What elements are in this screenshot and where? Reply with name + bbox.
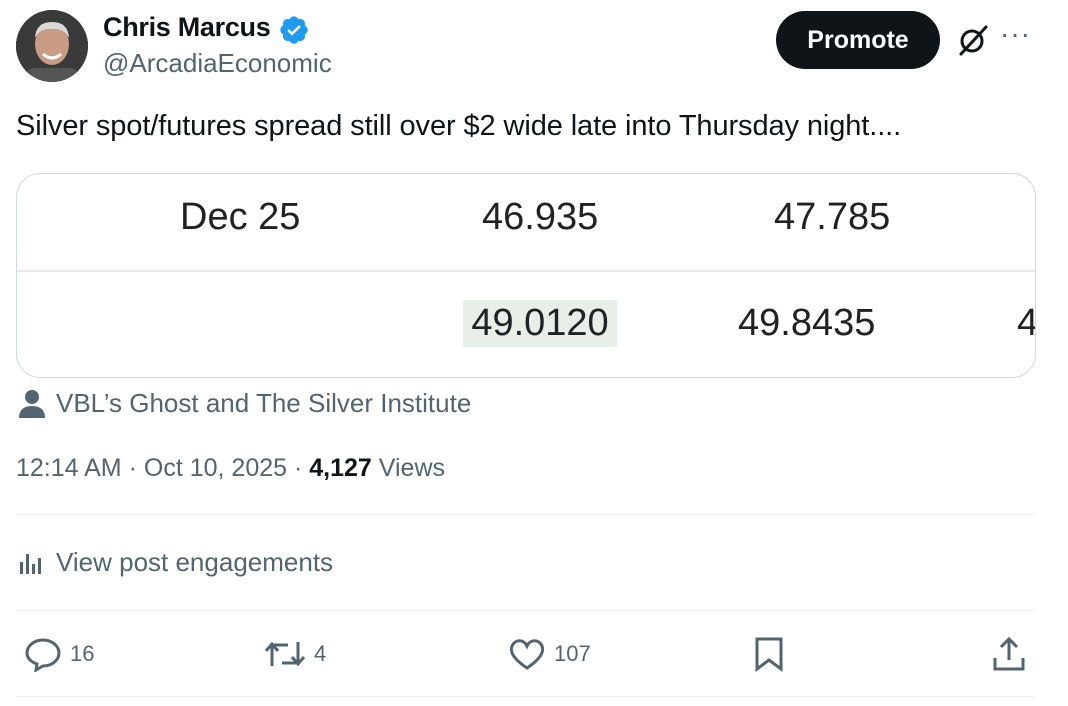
table-cell: 47.785: [774, 196, 891, 238]
bookmark-button[interactable]: [754, 636, 784, 672]
reply-count: 16: [70, 641, 95, 666]
avatar[interactable]: [16, 10, 88, 82]
table-row: 49.0120 49.8435 4: [17, 272, 1035, 368]
reply-button[interactable]: 16: [24, 636, 94, 672]
divider: [16, 514, 1036, 515]
source-label: VBL’s Ghost and The Silver Institute: [56, 388, 472, 418]
author-handle[interactable]: @ArcadiaEconomic: [103, 48, 332, 79]
like-button[interactable]: 107: [508, 637, 591, 671]
repost-button[interactable]: 4: [264, 638, 326, 670]
analytics-icon: [20, 553, 41, 574]
author-name[interactable]: Chris Marcus: [103, 12, 271, 43]
repost-icon: [264, 641, 306, 667]
table-cell: 49.0120: [463, 300, 617, 347]
more-options-icon[interactable]: ···: [1000, 18, 1031, 50]
view-engagements-link[interactable]: View post engagements: [18, 547, 333, 578]
table-cell: 49.8435: [738, 302, 876, 344]
engagements-label: View post engagements: [56, 547, 334, 577]
grok-icon[interactable]: [955, 22, 991, 58]
media-image[interactable]: Dec 25 46.935 47.785 49.0120 49.8435 4: [16, 173, 1036, 378]
share-icon: [993, 636, 1025, 671]
like-count: 107: [554, 641, 591, 666]
heart-icon: [509, 639, 545, 670]
tweet-text: Silver spot/futures spread still over $2…: [16, 110, 902, 142]
divider: [16, 696, 1036, 697]
reply-icon: [25, 638, 61, 672]
views-label: Views: [378, 454, 446, 482]
table-cell: Dec 25: [180, 196, 301, 238]
verified-badge-icon[interactable]: [278, 14, 310, 46]
table-cell: 46.935: [482, 196, 599, 238]
share-button[interactable]: [992, 636, 1026, 672]
tweet-date[interactable]: Oct 10, 2025: [144, 454, 287, 482]
tweet-time[interactable]: 12:14 AM: [16, 454, 122, 482]
table-cell: 4: [1017, 302, 1035, 345]
bookmark-icon: [755, 637, 783, 672]
table-row: Dec 25 46.935 47.785: [17, 174, 1035, 272]
repost-count: 4: [314, 641, 327, 666]
person-icon: [19, 389, 45, 418]
promote-button[interactable]: Promote: [776, 11, 940, 69]
media-source[interactable]: VBL’s Ghost and The Silver Institute: [18, 388, 471, 419]
divider: [16, 610, 1036, 611]
views-count: 4,127: [309, 454, 372, 482]
tweet-meta: 12:14 AM · Oct 10, 2025 · 4,127 Views: [16, 454, 446, 482]
